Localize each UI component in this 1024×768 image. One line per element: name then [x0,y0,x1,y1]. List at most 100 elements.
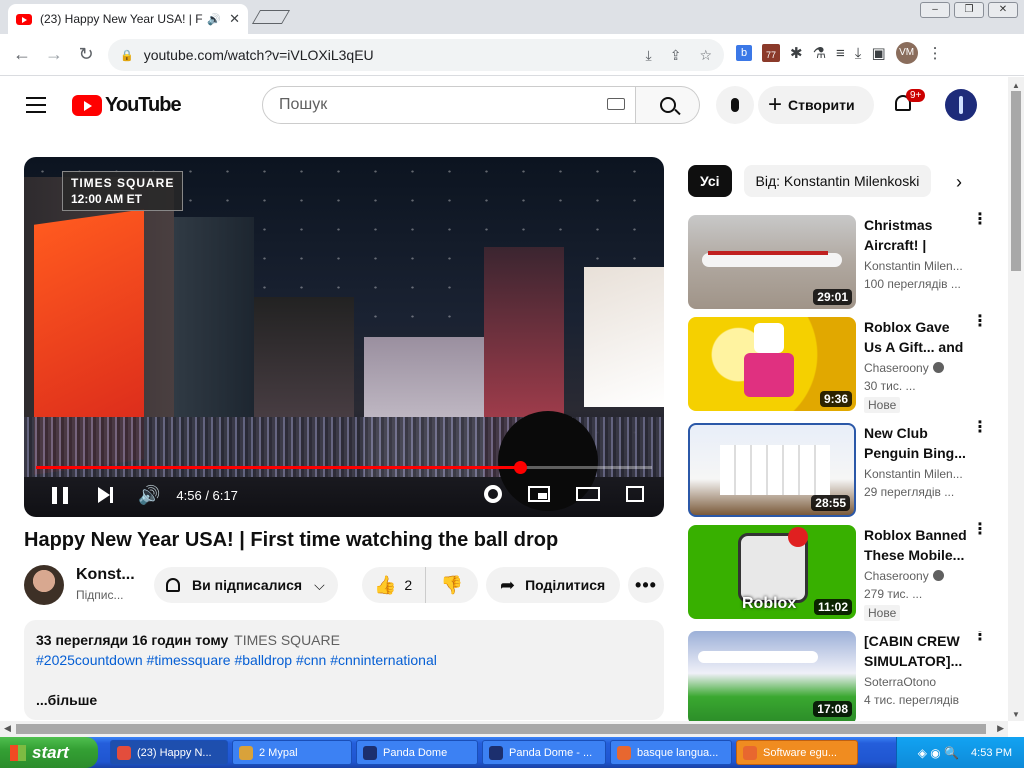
horizontal-scroll-thumb[interactable] [16,724,986,734]
recommendation-title[interactable]: New Club Penguin Bing... [864,423,968,463]
scroll-up-arrow-icon[interactable]: ▲ [1012,81,1020,90]
vertical-scrollbar[interactable]: ▲ ▼ [1008,77,1024,721]
dislike-button[interactable]: 👎 [426,575,478,596]
recommendation-item[interactable]: Roblox 11:02 Roblox Banned These Mobile.… [688,522,988,621]
recommendation-title[interactable]: Roblox Gave Us A Gift... and it... [864,317,968,357]
search-button[interactable] [636,86,700,124]
recommendation-views: 100 переглядів ... [864,277,961,291]
taskbar-task-button[interactable]: (23) Happy N... [110,740,228,765]
url-text[interactable]: youtube.com/watch?v=iVLOXiL3qEU [144,47,628,63]
browser-tab[interactable]: (23) Happy New Year USA! | Fi 🔊 ✕ [8,4,248,34]
extension-b-icon[interactable]: b [736,45,752,61]
downloads-icon[interactable]: ⤓ [855,45,862,62]
share-button[interactable]: ➦ Поділитися [486,567,620,603]
video-thumbnail[interactable]: 9:36 [688,317,856,411]
install-app-icon[interactable]: ⤓ [646,47,652,64]
puzzle-extensions-icon[interactable]: ✱ [790,44,803,62]
pause-icon[interactable] [52,486,68,504]
side-panel-icon[interactable]: ▣ [871,44,885,62]
progress-bar[interactable] [36,461,652,474]
recommendation-views: 4 тис. переглядів [864,693,960,707]
taskbar-task-button[interactable]: Panda Dome - ... [482,740,606,765]
more-vertical-icon[interactable]: ⋮ [972,212,988,228]
video-thumbnail[interactable]: 28:55 [688,423,856,517]
recommendation-channel[interactable]: Chaseroony [864,361,974,375]
search-input[interactable]: Пошук [262,86,636,124]
speaker-icon[interactable]: 🔊 [207,13,221,26]
profile-avatar[interactable]: VM [895,42,918,64]
hamburger-menu-icon[interactable] [26,97,46,118]
close-tab-icon[interactable]: ✕ [229,11,240,27]
youtube-logo[interactable]: YouTube [72,94,182,117]
keyboard-icon[interactable] [607,98,625,110]
restore-button[interactable]: ❐ [954,2,984,18]
task-label: (23) Happy N... [137,746,212,759]
fullscreen-icon[interactable] [626,486,644,502]
taskbar-task-button[interactable]: 2 Mypal [232,740,352,765]
taskbar-task-button[interactable]: basque langua... [610,740,732,765]
recommendation-title[interactable]: Christmas Aircraft! | Wor... [864,215,968,255]
taskbar-task-button[interactable]: Panda Dome [356,740,478,765]
recommendation-item[interactable]: 28:55 New Club Penguin Bing... Konstanti… [688,420,988,517]
channel-name[interactable]: Konst... [76,566,135,584]
recommendation-channel[interactable]: Chaseroony [864,569,974,583]
theater-mode-icon[interactable] [576,487,600,501]
recommendation-item[interactable]: 9:36 Roblox Gave Us A Gift... and it... … [688,314,988,413]
media-playlist-icon[interactable]: ≡ [836,45,845,62]
new-tab-button[interactable] [251,10,291,24]
video-thumbnail[interactable]: 29:01 [688,215,856,309]
share-page-icon[interactable]: ⇪ [670,47,682,64]
calendar-extension-icon[interactable]: 77 [762,44,780,62]
minimize-button[interactable]: – [920,2,950,18]
miniplayer-icon[interactable] [528,486,550,502]
voice-search-button[interactable] [716,86,754,124]
horizontal-scrollbar[interactable]: ◀ ▶ [0,721,1008,737]
video-player[interactable]: TIMES SQUARE 12:00 AM ET 🔊 4:56 / 6:17 [24,157,664,517]
scroll-left-arrow-icon[interactable]: ◀ [4,723,11,734]
more-vertical-icon[interactable]: ⋮ [972,420,988,436]
settings-gear-icon[interactable] [484,485,502,503]
hashtags[interactable]: #2025countdown #timessquare #balldrop #c… [36,652,652,668]
channel-avatar[interactable] [24,565,64,605]
more-vertical-icon[interactable]: ⋮ [972,522,988,538]
video-thumbnail[interactable]: Roblox 11:02 [688,525,856,619]
create-button[interactable]: + Створити [758,86,874,124]
subscribed-button[interactable]: Ви підписалися ⌵ [154,567,338,603]
close-window-button[interactable]: ✕ [988,2,1018,18]
reload-icon[interactable]: ↻ [70,44,102,65]
recommendation-channel[interactable]: Konstantin Milen... [864,467,974,481]
show-more-link[interactable]: ...більше [36,692,652,708]
recommendation-channel[interactable]: SoterraOtono [864,675,974,689]
flask-extension-icon[interactable]: ⚗ [813,44,826,62]
vertical-scroll-thumb[interactable] [1011,91,1021,271]
back-arrow-icon[interactable]: ← [6,44,38,65]
taskbar-task-button[interactable]: Software egu... [736,740,858,765]
more-vertical-icon[interactable]: ⋮ [972,631,988,644]
location-tag[interactable]: TIMES SQUARE [234,632,340,648]
chip-from-channel[interactable]: Від: Konstantin Milenkoski [743,165,932,197]
more-actions-button[interactable]: ••• [628,567,664,603]
video-thumbnail[interactable]: 17:08 [688,631,856,721]
like-button[interactable]: 👍 2 [362,567,426,603]
account-avatar[interactable] [945,89,977,121]
forward-arrow-icon[interactable]: → [38,44,70,65]
recommendation-item[interactable]: 29:01 Christmas Aircraft! | Wor... Konst… [688,212,988,309]
recommendation-title[interactable]: [CABIN CREW SIMULATOR]... [864,631,968,671]
description-box[interactable]: 33 перегляди 16 годин тому TIMES SQUARE … [24,620,664,720]
notifications-button[interactable]: 9+ [892,89,926,117]
volume-icon[interactable]: 🔊 [138,485,160,506]
menu-kebab-icon[interactable]: ⋮ [928,44,943,62]
recommendation-channel[interactable]: Konstantin Milen... [864,259,974,273]
chevron-right-icon[interactable]: › [956,172,962,193]
next-video-icon[interactable] [98,487,113,503]
recommendation-item[interactable]: 17:08 [CABIN CREW SIMULATOR]... SoterraO… [688,631,988,721]
tray-icons[interactable]: ◈ ◉ 🔍 [918,746,959,760]
more-vertical-icon[interactable]: ⋮ [972,314,988,330]
recommendation-title[interactable]: Roblox Banned These Mobile... [864,525,968,565]
bookmark-star-icon[interactable]: ☆ [699,47,712,64]
chip-all[interactable]: Усі [688,165,732,197]
scroll-right-arrow-icon[interactable]: ▶ [997,723,1004,734]
start-button[interactable]: start [0,737,98,768]
address-bar[interactable]: 🔒 youtube.com/watch?v=iVLOXiL3qEU ⤓ ⇪ ☆ [108,39,724,71]
scroll-down-arrow-icon[interactable]: ▼ [1012,710,1020,719]
